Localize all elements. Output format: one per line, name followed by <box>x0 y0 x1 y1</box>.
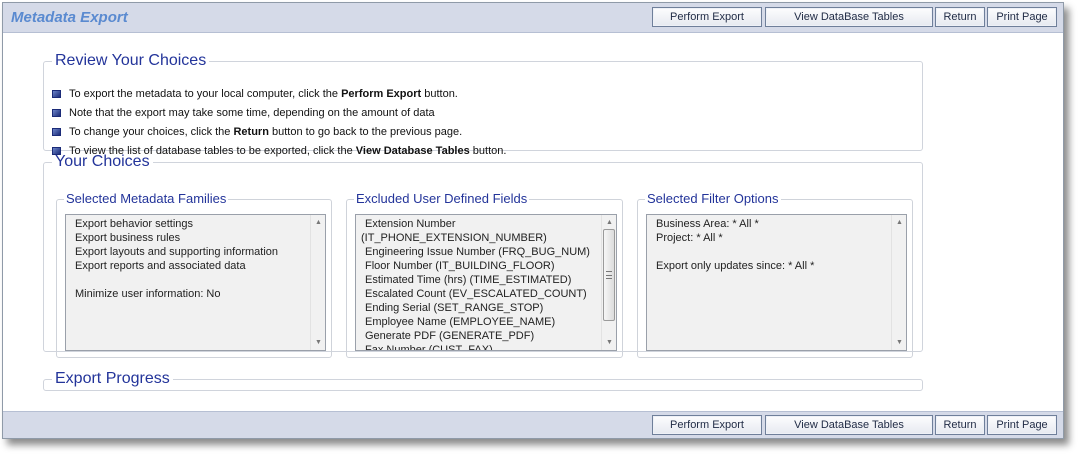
list-item: Note that the export may take some time,… <box>52 106 506 125</box>
metadata-families-listbox[interactable]: Export behavior settings Export business… <box>65 214 326 351</box>
page-title: Metadata Export <box>11 9 128 26</box>
review-instructions-list: To export the metadata to your local com… <box>52 87 506 163</box>
export-progress-heading: Export Progress <box>55 370 170 387</box>
list-item: Project: * All * <box>656 232 723 244</box>
panel-heading: Excluded User Defined Fields <box>356 191 528 206</box>
perform-export-button[interactable]: Perform Export <box>652 7 762 27</box>
list-item: Fax Number (CUST_FAX) <box>365 344 493 351</box>
list-item: Export behavior settings <box>75 218 194 230</box>
vertical-scrollbar[interactable]: ▲ ▼ <box>310 215 325 350</box>
view-database-tables-button-bottom[interactable]: View DataBase Tables <box>765 415 933 435</box>
list-item: To export the metadata to your local com… <box>52 87 506 106</box>
list-item: Business Area: * All * <box>656 218 759 230</box>
list-item: Floor Number (IT_BUILDING_FLOOR) <box>365 260 555 272</box>
perform-export-button-bottom[interactable]: Perform Export <box>652 415 762 435</box>
list-item: Export business rules <box>75 232 181 244</box>
panel-heading: Selected Metadata Families <box>66 191 227 206</box>
list-item: Extension Number <box>365 218 456 230</box>
print-page-button-bottom[interactable]: Print Page <box>987 415 1057 435</box>
scroll-down-arrow-icon[interactable]: ▼ <box>602 336 616 349</box>
list-item: Export only updates since: * All * <box>656 260 815 272</box>
bottom-toolbar: Perform Export View DataBase Tables Retu… <box>3 411 1063 438</box>
list-item: Export layouts and supporting informatio… <box>75 246 279 258</box>
list-item: Ending Serial (SET_RANGE_STOP) <box>365 302 544 314</box>
scroll-down-arrow-icon[interactable]: ▼ <box>311 336 325 349</box>
list-item: To change your choices, click the Return… <box>52 125 506 144</box>
view-database-tables-button[interactable]: View DataBase Tables <box>765 7 933 27</box>
list-item: Engineering Issue Number (FRQ_BUG_NUM) <box>365 246 590 258</box>
list-item: Escalated Count (EV_ESCALATED_COUNT) <box>365 288 587 300</box>
vertical-scrollbar[interactable]: ▲ ▼ <box>601 215 616 350</box>
review-choices-heading: Review Your Choices <box>55 52 207 69</box>
your-choices-section: Your Choices Selected Metadata Families … <box>43 153 923 358</box>
list-item: Export reports and associated data <box>75 260 246 272</box>
square-bullet-icon <box>52 128 61 136</box>
list-item <box>656 245 886 259</box>
list-item: Generate PDF (GENERATE_PDF) <box>365 330 535 342</box>
grip-icon <box>606 271 612 279</box>
metadata-export-window: Metadata Export Perform Export View Data… <box>2 2 1064 439</box>
excluded-fields-listbox[interactable]: Extension Number (IT_PHONE_EXTENSION_NUM… <box>355 214 617 351</box>
square-bullet-icon <box>52 109 61 117</box>
list-item: Employee Name (EMPLOYEE_NAME) <box>365 316 556 328</box>
selected-metadata-families-panel: Selected Metadata Families Export behavi… <box>56 192 332 358</box>
square-bullet-icon <box>52 90 61 98</box>
export-progress-section: Export Progress <box>43 371 923 391</box>
scroll-up-arrow-icon[interactable]: ▲ <box>602 216 616 229</box>
review-choices-section: Review Your Choices To export the metada… <box>43 52 923 157</box>
filter-options-listbox[interactable]: Business Area: * All * Project: * All * … <box>646 214 907 351</box>
print-page-button[interactable]: Print Page <box>987 7 1057 27</box>
list-item <box>75 273 305 287</box>
list-item: (IT_PHONE_EXTENSION_NUMBER) <box>361 232 547 244</box>
vertical-scrollbar[interactable]: ▲ ▼ <box>891 215 906 350</box>
your-choices-heading: Your Choices <box>55 153 150 170</box>
excluded-user-defined-fields-panel: Excluded User Defined Fields Extension N… <box>346 192 623 358</box>
scroll-up-arrow-icon[interactable]: ▲ <box>311 216 325 229</box>
scrollbar-thumb[interactable] <box>603 229 615 321</box>
list-item: Minimize user information: No <box>75 288 221 300</box>
return-button-bottom[interactable]: Return <box>935 415 985 435</box>
selected-filter-options-panel: Selected Filter Options Business Area: *… <box>637 192 913 358</box>
return-button[interactable]: Return <box>935 7 985 27</box>
panel-heading: Selected Filter Options <box>647 191 779 206</box>
scroll-down-arrow-icon[interactable]: ▼ <box>892 336 906 349</box>
list-item: Estimated Time (hrs) (TIME_ESTIMATED) <box>365 274 572 286</box>
scroll-up-arrow-icon[interactable]: ▲ <box>892 216 906 229</box>
top-toolbar: Metadata Export Perform Export View Data… <box>3 3 1063 33</box>
